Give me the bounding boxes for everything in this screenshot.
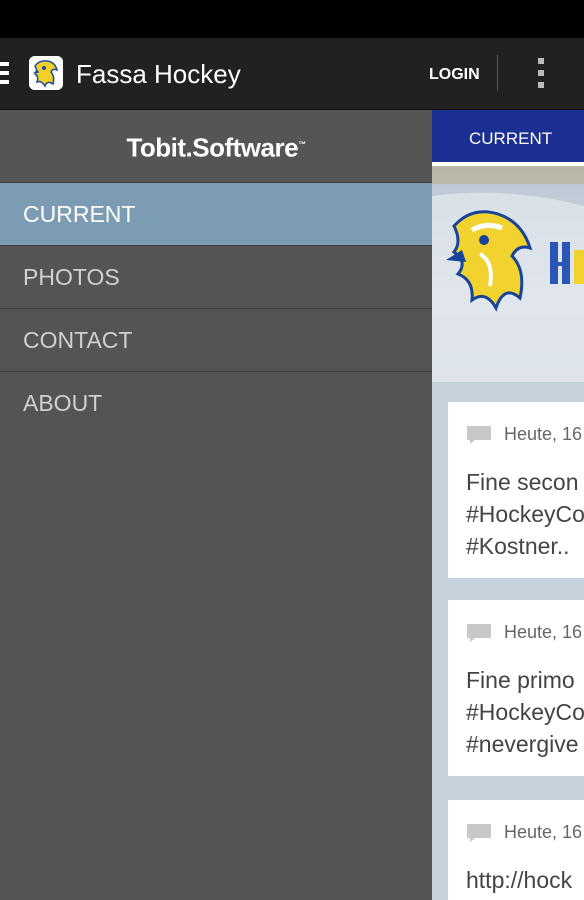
post-card[interactable]: Heute, 16 http://hock [448, 800, 584, 900]
nav-item-photos[interactable]: PHOTOS [0, 246, 432, 309]
brand-logo: Tobit.Software™ [126, 132, 306, 163]
eagle-logo-icon[interactable] [29, 56, 63, 90]
post-line: http://hock [466, 867, 573, 893]
post-line: #HockeyCo [466, 501, 584, 527]
post-date: Heute, 16 [504, 622, 583, 642]
tab-current[interactable]: CURRENT [432, 110, 584, 162]
comment-icon [466, 623, 492, 643]
post-line: Fine secon [466, 469, 579, 495]
post-meta: Heute, 16 [466, 420, 582, 448]
post-line: #Kostner.. [466, 533, 570, 559]
post-text: Fine secon #HockeyCo #Kostner.. [466, 466, 584, 562]
app-title: Fassa Hockey [76, 59, 241, 89]
comment-icon [466, 425, 492, 445]
comment-icon [466, 823, 492, 843]
nav-item-contact[interactable]: CONTACT [0, 309, 432, 372]
login-button[interactable]: LOGIN [429, 65, 480, 85]
post-meta: Heute, 16 [466, 618, 582, 646]
post-line: #HockeyCo [466, 699, 584, 725]
post-line: #nevergive [466, 731, 579, 757]
nav-item-about[interactable]: ABOUT [0, 372, 432, 435]
tab-bar: CURRENT [432, 110, 584, 166]
post-line: Fine primo [466, 667, 575, 693]
content-area: CURRENT Heute, 16 Fine secon #HockeyCo #… [432, 110, 584, 900]
post-card[interactable]: Heute, 16 Fine primo #HockeyCo #nevergiv… [448, 600, 584, 776]
post-text: Fine primo #HockeyCo #nevergive [466, 664, 584, 760]
nav-item-current[interactable]: CURRENT [0, 183, 432, 246]
navigation-drawer: Tobit.Software™ CURRENT PHOTOS CONTACT A… [0, 110, 432, 900]
nav-list: CURRENT PHOTOS CONTACT ABOUT [0, 183, 432, 435]
overflow-menu-icon[interactable] [537, 58, 545, 92]
post-text: http://hock [466, 864, 572, 896]
post-date: Heute, 16 [504, 822, 583, 842]
post-card[interactable]: Heute, 16 Fine secon #HockeyCo #Kostner.… [448, 402, 584, 578]
header-banner-image [432, 166, 584, 382]
post-meta: Heute, 16 [466, 818, 582, 846]
action-bar: Fassa Hockey LOGIN [0, 38, 584, 110]
action-divider [497, 55, 498, 91]
drawer-header: Tobit.Software™ [0, 110, 432, 183]
post-date: Heute, 16 [504, 424, 583, 444]
status-bar [0, 0, 584, 38]
hamburger-icon[interactable] [0, 62, 9, 84]
